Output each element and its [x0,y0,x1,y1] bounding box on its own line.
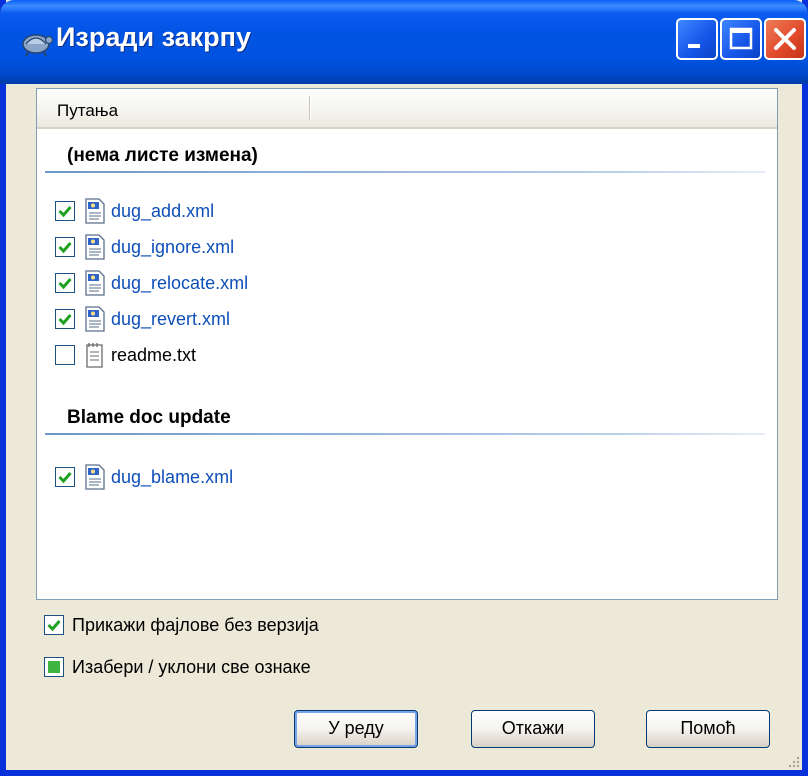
file-name: dug_revert.xml [111,309,231,329]
maximize-button[interactable] [720,18,762,60]
checkmark-icon [58,472,72,484]
xml-file-icon [85,464,105,490]
xml-file-icon [85,234,105,260]
maximize-icon [729,27,753,50]
group-title-no-changelist: (нема листе измена) [67,145,258,166]
checkmark-icon [58,314,72,326]
close-icon [774,28,796,50]
list-header: Путања [37,89,777,129]
checkmark-icon [58,278,72,290]
window-title: Изради закрпу [56,22,251,52]
column-separator[interactable] [309,96,311,120]
file-name: dug_blame.xml [111,467,234,487]
file-name: dug_relocate.xml [111,273,249,293]
group-title-blame-doc-update: Blame doc update [67,407,231,428]
list-item[interactable]: dug_relocate.xml [55,267,755,299]
create-patch-dialog: Изради закрпу Путања (нема листе измена)… [0,0,808,776]
help-button[interactable]: Помоћ [646,710,770,748]
column-header-path-label: Путања [57,101,119,120]
item-checkbox[interactable] [55,345,75,365]
title-bar[interactable]: Изради закрпу [0,0,808,84]
indeterminate-icon [48,661,60,673]
minimize-button[interactable] [676,18,718,60]
item-checkbox[interactable] [55,237,75,257]
text-file-icon [86,343,103,368]
list-item[interactable]: dug_add.xml [55,195,755,227]
file-name: dug_add.xml [111,201,215,221]
column-header-path[interactable]: Путања [37,89,309,127]
checkmark-icon [47,620,61,632]
tortoise-app-icon [22,34,54,57]
show-unversioned-label: Прикажи фајлове без верзија [72,615,319,635]
ok-button[interactable]: У реду [294,710,418,748]
list-item[interactable]: dug_ignore.xml [55,231,755,263]
xml-file-icon [85,198,105,224]
file-name: readme.txt [111,345,197,365]
checkmark-icon [58,242,72,254]
file-list[interactable]: Путања (нема листе измена) dug_add.xml d… [36,88,778,600]
item-checkbox[interactable] [55,467,75,487]
show-unversioned-checkbox[interactable] [44,615,64,635]
list-item[interactable]: dug_blame.xml [55,461,755,493]
xml-file-icon [85,306,105,332]
minimize-icon [688,44,700,48]
select-all-option[interactable]: Изабери / уклони све ознаке [44,654,444,680]
item-checkbox[interactable] [55,273,75,293]
group-divider [45,171,765,173]
item-checkbox[interactable] [55,201,75,221]
item-checkbox[interactable] [55,309,75,329]
resize-grip-icon[interactable] [786,754,800,768]
file-name: dug_ignore.xml [111,237,235,257]
list-item[interactable]: readme.txt [55,339,755,371]
checkmark-icon [58,206,72,218]
group-divider [45,433,765,435]
cancel-button[interactable]: Откажи [471,710,595,748]
xml-file-icon [85,270,105,296]
show-unversioned-option[interactable]: Прикажи фајлове без верзија [44,612,444,638]
select-all-label: Изабери / уклони све ознаке [72,657,311,677]
list-item[interactable]: dug_revert.xml [55,303,755,335]
close-button[interactable] [764,18,806,60]
select-all-checkbox[interactable] [44,657,64,677]
